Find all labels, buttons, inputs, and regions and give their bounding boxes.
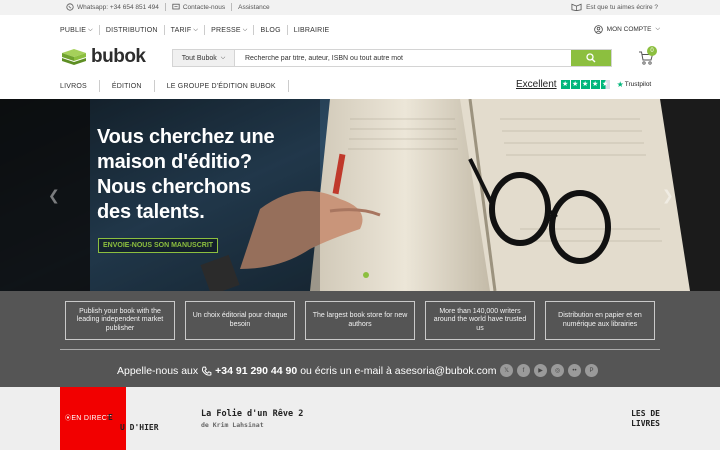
contact-line: Appelle-nous aux +34 91 290 44 90 ou écr… bbox=[117, 365, 496, 377]
facebook-icon[interactable]: f bbox=[517, 364, 530, 377]
account-menu[interactable]: MON COMPTE ⌵ bbox=[593, 25, 660, 34]
subnav-item-groupe[interactable]: LE GROUPE D'ÉDITION BUBOK bbox=[167, 83, 276, 90]
trustpilot-stars: ★ ★ ★ ★ ★ bbox=[560, 80, 610, 89]
live-label: ⦿EN DIRECT bbox=[65, 415, 112, 422]
chevron-down-icon: ⌵ bbox=[193, 26, 199, 33]
trustpilot-brand-label: Trustpilot bbox=[624, 81, 652, 88]
subnav-item-edition[interactable]: ÉDITION bbox=[112, 83, 142, 90]
hero-line-3: Nous cherchons bbox=[97, 176, 251, 198]
books-line-1: LES DE bbox=[631, 409, 660, 418]
chat-icon bbox=[172, 3, 180, 10]
hero-headline: Vous cherchez une maison d'éditio? Nous … bbox=[97, 125, 275, 225]
contact-prefix: Appelle-nous aux bbox=[117, 365, 199, 377]
youtube-icon[interactable]: ▶ bbox=[534, 364, 547, 377]
subnav-item-livros[interactable]: LIVROS bbox=[60, 83, 87, 90]
books-line-2: LIVRES bbox=[631, 419, 660, 428]
trustpilot-rating-label: Excellent bbox=[516, 79, 557, 90]
nav-label: BLOG bbox=[260, 26, 281, 34]
search-scope-label: Tout Bubok bbox=[181, 54, 217, 62]
divider bbox=[60, 349, 660, 350]
trustpilot-brand: ★ Trustpilot bbox=[617, 80, 652, 89]
chevron-down-icon: ⌵ bbox=[220, 54, 226, 61]
contact-suffix[interactable]: ou écris un e-mail à asesoria@bubok.com bbox=[300, 365, 496, 377]
hero-line-4: des talents. bbox=[97, 201, 205, 223]
cart-button[interactable]: 0 bbox=[638, 46, 657, 71]
chevron-down-icon: ⌵ bbox=[88, 26, 93, 33]
live-text: EN DIRECT bbox=[71, 415, 112, 422]
search-button[interactable] bbox=[571, 50, 611, 66]
search-icon bbox=[586, 53, 596, 63]
book-author: de Krim Lahsinat bbox=[201, 421, 264, 429]
hero-banner: Vous cherchez une maison d'éditio? Nous … bbox=[0, 99, 720, 291]
write-prompt-link[interactable]: Est que tu aimes écrire ? bbox=[571, 3, 658, 11]
assistance-link[interactable]: Assistance bbox=[238, 4, 269, 11]
feature-box: The largest book store for new authors bbox=[305, 301, 415, 340]
feature-box: Publish your book with the leading indep… bbox=[65, 301, 175, 340]
feature-box: More than 140,000 writers around the wor… bbox=[425, 301, 535, 340]
books-stack-icon bbox=[62, 49, 86, 65]
carousel-next-icon[interactable]: ❯ bbox=[662, 187, 674, 204]
nav-label: LIBRAIRIE bbox=[293, 26, 330, 34]
chevron-down-icon: ⌵ bbox=[242, 26, 248, 33]
nav-label: TARIF bbox=[170, 26, 192, 34]
carousel-prev-icon[interactable]: ❮ bbox=[48, 187, 60, 204]
section-title-yesterday: E U D'HIER bbox=[108, 413, 159, 433]
write-prompt-label: Est que tu aimes écrire ? bbox=[586, 3, 658, 11]
star-icon: ★ bbox=[590, 80, 600, 89]
star-icon: ★ bbox=[580, 80, 590, 89]
whatsapp-label: Whatsapp: +34 654 851 494 bbox=[77, 3, 159, 11]
contact-phone[interactable]: +34 91 290 44 90 bbox=[215, 365, 297, 377]
feature-box: Un choix éditorial pour chaque besoin bbox=[185, 301, 295, 340]
nav-label: PUBLIE bbox=[60, 26, 87, 34]
features-section: Publish your book with the leading indep… bbox=[0, 291, 720, 387]
social-links: 𝕏 f ▶ ◎ •• P bbox=[500, 364, 598, 377]
phone-icon bbox=[202, 366, 212, 376]
nav-label: PRESSE bbox=[211, 26, 241, 34]
nav-item-tarif[interactable]: TARIF ⌵ bbox=[171, 27, 198, 34]
user-icon bbox=[593, 25, 603, 34]
trustpilot-widget[interactable]: Excellent ★ ★ ★ ★ ★ ★ Trustpilot bbox=[516, 79, 651, 90]
whatsapp-link[interactable]: Whatsapp: +34 654 851 494 bbox=[66, 3, 159, 11]
search-scope-select[interactable]: Tout Bubok ⌵ bbox=[173, 50, 235, 66]
book-title[interactable]: La Folie d'un Rêve 2 bbox=[201, 409, 303, 419]
featured-books-strip: ⦿EN DIRECT E U D'HIER La Folie d'un Rêve… bbox=[0, 387, 720, 450]
trustpilot-star-icon: ★ bbox=[616, 80, 624, 89]
cart-count-badge: 0 bbox=[647, 46, 657, 56]
hero-line-1: Vous cherchez une bbox=[97, 126, 275, 148]
secondary-navigation: LIVROS ÉDITION LE GROUPE D'ÉDITION BUBOK bbox=[60, 80, 301, 92]
account-label: MON COMPTE bbox=[606, 26, 652, 33]
star-icon: ★ bbox=[570, 80, 580, 89]
nav-item-blog[interactable]: BLOG bbox=[260, 27, 280, 34]
section-title-books[interactable]: LES DE LIVRES bbox=[631, 409, 660, 429]
bubok-logo[interactable]: bubok bbox=[60, 46, 146, 68]
star-half-icon: ★ bbox=[600, 80, 610, 89]
nav-label: DISTRIBUTION bbox=[105, 26, 158, 34]
yesterday-line-2: U D'HIER bbox=[120, 423, 159, 432]
star-icon: ★ bbox=[560, 80, 570, 89]
flickr-icon[interactable]: •• bbox=[568, 364, 581, 377]
top-utility-bar: Whatsapp: +34 654 851 494 Contacte-nous … bbox=[0, 0, 720, 15]
main-navigation: PUBLIE ⌵ DISTRIBUTION TARIF ⌵ PRESSE ⌵ BLOG… bbox=[60, 25, 329, 35]
contact-link[interactable]: Contacte-nous bbox=[172, 3, 225, 11]
nav-item-presse[interactable]: PRESSE ⌵ bbox=[211, 27, 247, 34]
nav-item-publie[interactable]: PUBLIE ⌵ bbox=[60, 27, 93, 34]
pinterest-icon[interactable]: P bbox=[585, 364, 598, 377]
search-input[interactable] bbox=[235, 50, 571, 66]
feature-box: Distribution en papier et en numérique a… bbox=[545, 301, 655, 340]
send-manuscript-button[interactable]: ENVOIE-NOUS SON MANUSCRIT bbox=[98, 238, 219, 253]
hero-line-2: maison d'éditio? bbox=[97, 151, 252, 173]
chevron-down-icon: ⌵ bbox=[655, 26, 660, 32]
carousel-indicator[interactable] bbox=[363, 272, 369, 278]
logo-text: bubok bbox=[91, 46, 146, 67]
yesterday-line-1: E bbox=[108, 413, 113, 422]
search-bar: Tout Bubok ⌵ bbox=[172, 49, 612, 67]
nav-item-distribution[interactable]: DISTRIBUTION bbox=[106, 27, 158, 34]
whatsapp-icon bbox=[66, 3, 74, 11]
contact-label: Contacte-nous bbox=[182, 3, 226, 11]
x-icon[interactable]: 𝕏 bbox=[500, 364, 513, 377]
book-icon bbox=[571, 3, 582, 11]
instagram-icon[interactable]: ◎ bbox=[551, 364, 564, 377]
nav-item-librairie[interactable]: LIBRAIRIE bbox=[294, 27, 330, 34]
